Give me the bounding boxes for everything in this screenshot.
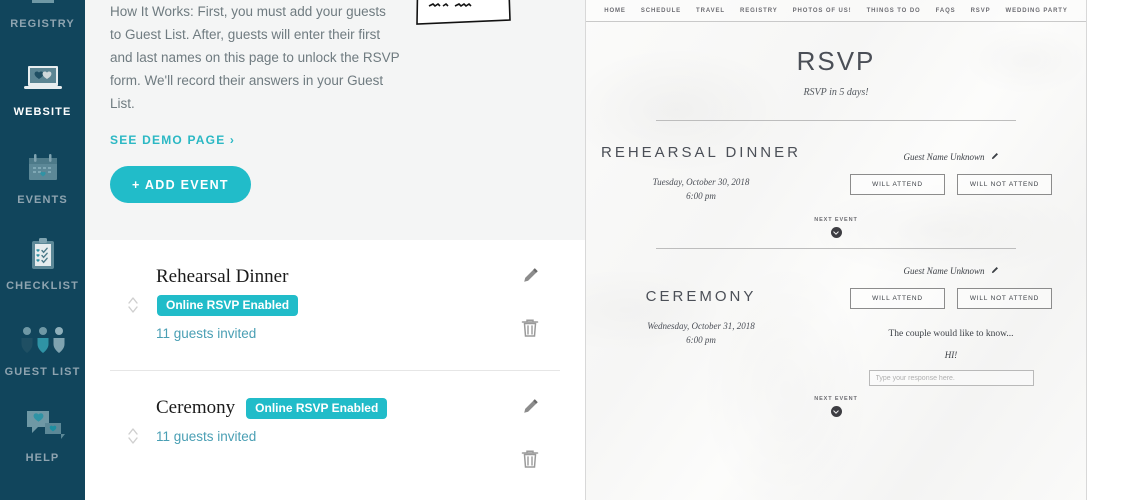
website-preview-panel: HOME SCHEDULE TRAVEL REGISTRY PHOTOS OF … [585, 0, 1087, 500]
status-badge: Online RSVP Enabled [157, 295, 299, 316]
event-details: Ceremony Online RSVP Enabled 11 guests i… [156, 371, 500, 444]
preview-event-rehearsal-dinner: REHEARSAL DINNER Tuesday, October 30, 20… [586, 121, 1086, 203]
guest-name: Guest Name Unknown [904, 152, 999, 163]
chat-bubbles-icon [21, 406, 65, 446]
preview-event-ceremony: CEREMONY Wednesday, October 31, 2018 6:0… [586, 249, 1086, 386]
preview-nav-travel[interactable]: TRAVEL [696, 8, 725, 14]
sidebar-label-website: WEBSITE [13, 106, 72, 118]
preview-event-name: REHEARSAL DINNER [601, 144, 801, 161]
pencil-icon[interactable] [990, 266, 999, 277]
table-row[interactable]: Ceremony Online RSVP Enabled 11 guests i… [110, 370, 560, 500]
guest-name: Guest Name Unknown [904, 266, 999, 277]
preview-event-date-text: Tuesday, October 30, 2018 [652, 177, 750, 187]
will-not-attend-button[interactable]: WILL NOT ATTEND [957, 288, 1052, 309]
sidebar-item-website[interactable]: WEBSITE [0, 58, 85, 138]
next-event-label: NEXT EVENT [814, 396, 858, 402]
next-event-indicator-1[interactable]: NEXT EVENT [586, 217, 1086, 238]
preview-nav-photos-of-us[interactable]: PHOTOS OF US! [793, 8, 852, 14]
event-actions [500, 371, 560, 475]
question-intro: The couple would like to know... [888, 329, 1014, 339]
preview-event-info: CEREMONY Wednesday, October 31, 2018 6:0… [586, 257, 816, 386]
attendance-buttons: WILL ATTEND WILL NOT ATTEND [816, 174, 1086, 195]
sidebar-item-events[interactable]: EVENTS [0, 146, 85, 226]
drag-handle-icon[interactable] [110, 294, 156, 316]
left-sidebar: REGISTRY WEBSITE EVENTS CHECKLIST GUEST … [0, 0, 85, 500]
chevron-down-icon[interactable] [830, 406, 842, 417]
preview-nav-wedding-party[interactable]: WEDDING PARTY [1006, 8, 1068, 14]
people-icon [19, 320, 67, 360]
attendance-buttons: WILL ATTEND WILL NOT ATTEND [816, 288, 1086, 309]
preview-event-name: CEREMONY [645, 288, 757, 305]
status-badge: Online RSVP Enabled [246, 397, 388, 419]
see-demo-page-link[interactable]: SEE DEMO PAGE › [110, 133, 235, 147]
svg-text:M: M [424, 0, 438, 1]
preview-event-time-text: 6:00 pm [686, 335, 716, 345]
event-list: Rehearsal Dinner Online RSVP Enabled 11 … [85, 240, 585, 500]
sidebar-item-guest-list[interactable]: GUEST LIST [0, 318, 85, 398]
sidebar-label-guest-list: GUEST LIST [4, 366, 81, 378]
trash-icon[interactable] [520, 448, 540, 475]
guest-name-text: Guest Name Unknown [903, 152, 985, 162]
guests-invited-link[interactable]: 11 guests invited [156, 429, 500, 444]
event-title: Rehearsal Dinner [156, 266, 289, 287]
main-column: How It Works: First, you must add your g… [85, 0, 585, 500]
preview-nav-registry[interactable]: REGISTRY [740, 8, 778, 14]
sidebar-item-checklist[interactable]: CHECKLIST [0, 232, 85, 312]
question-text: HI! [944, 350, 958, 360]
how-it-works-text: How It Works: First, you must add your g… [110, 4, 400, 111]
sidebar-item-help[interactable]: HELP [0, 404, 85, 484]
app-root: REGISTRY WEBSITE EVENTS CHECKLIST GUEST … [0, 0, 1126, 500]
response-input[interactable] [868, 370, 1034, 386]
drag-handle-icon[interactable] [110, 425, 156, 447]
sidebar-label-registry: REGISTRY [10, 18, 75, 30]
pencil-icon[interactable] [520, 266, 540, 291]
pencil-icon[interactable] [520, 397, 540, 422]
preview-event-rsvp: Guest Name Unknown WILL ATTEND WILL NOT … [816, 143, 1086, 203]
preview-event-rsvp: Guest Name Unknown WILL ATTEND WILL NOT … [816, 257, 1086, 386]
rsvp-countdown: RSVP in 5 days! [803, 87, 869, 98]
table-row[interactable]: Rehearsal Dinner Online RSVP Enabled 11 … [110, 240, 560, 370]
event-details: Rehearsal Dinner Online RSVP Enabled 11 … [156, 240, 500, 341]
trash-icon[interactable] [520, 317, 540, 344]
rsvp-card-illustration: R . S . V . P . M [413, 0, 513, 30]
guest-name-text: Guest Name Unknown [903, 266, 985, 276]
event-actions [500, 240, 560, 344]
pencil-icon[interactable] [990, 152, 999, 163]
gift-icon [26, 0, 60, 12]
preview-event-date: Wednesday, October 31, 2018 6:00 pm [586, 319, 816, 347]
add-event-button[interactable]: + ADD EVENT [110, 166, 251, 203]
preview-site-nav: HOME SCHEDULE TRAVEL REGISTRY PHOTOS OF … [586, 0, 1086, 22]
sidebar-item-registry[interactable]: REGISTRY [0, 0, 85, 50]
sidebar-label-help: HELP [25, 452, 60, 464]
preview-nav-things-to-do[interactable]: THINGS TO DO [867, 8, 921, 14]
preview-event-date: Tuesday, October 30, 2018 6:00 pm [586, 175, 816, 203]
sidebar-label-events: EVENTS [17, 194, 68, 206]
laptop-icon [22, 60, 64, 100]
will-not-attend-button[interactable]: WILL NOT ATTEND [957, 174, 1052, 195]
sidebar-label-checklist: CHECKLIST [6, 280, 79, 292]
preview-event-time-text: 6:00 pm [686, 191, 716, 201]
preview-event-date-text: Wednesday, October 31, 2018 [647, 321, 755, 331]
calendar-icon [25, 148, 61, 188]
preview-nav-rsvp[interactable]: RSVP [971, 8, 991, 14]
next-event-indicator-2[interactable]: NEXT EVENT [586, 396, 1086, 417]
next-event-label: NEXT EVENT [814, 217, 858, 223]
preview-body: RSVP RSVP in 5 days! REHEARSAL DINNER Tu… [586, 46, 1086, 417]
event-title: Ceremony [156, 397, 236, 418]
clipboard-icon [28, 234, 58, 274]
preview-nav-faqs[interactable]: FAQS [936, 8, 956, 14]
guests-invited-link[interactable]: 11 guests invited [156, 326, 500, 341]
preview-nav-home[interactable]: HOME [604, 8, 626, 14]
will-attend-button[interactable]: WILL ATTEND [850, 174, 945, 195]
preview-nav-schedule[interactable]: SCHEDULE [641, 8, 681, 14]
chevron-down-icon[interactable] [830, 227, 842, 238]
how-it-works-panel: How It Works: First, you must add your g… [85, 0, 585, 240]
preview-event-info: REHEARSAL DINNER Tuesday, October 30, 20… [586, 143, 816, 203]
page-title: RSVP [796, 46, 876, 76]
will-attend-button[interactable]: WILL ATTEND [850, 288, 945, 309]
